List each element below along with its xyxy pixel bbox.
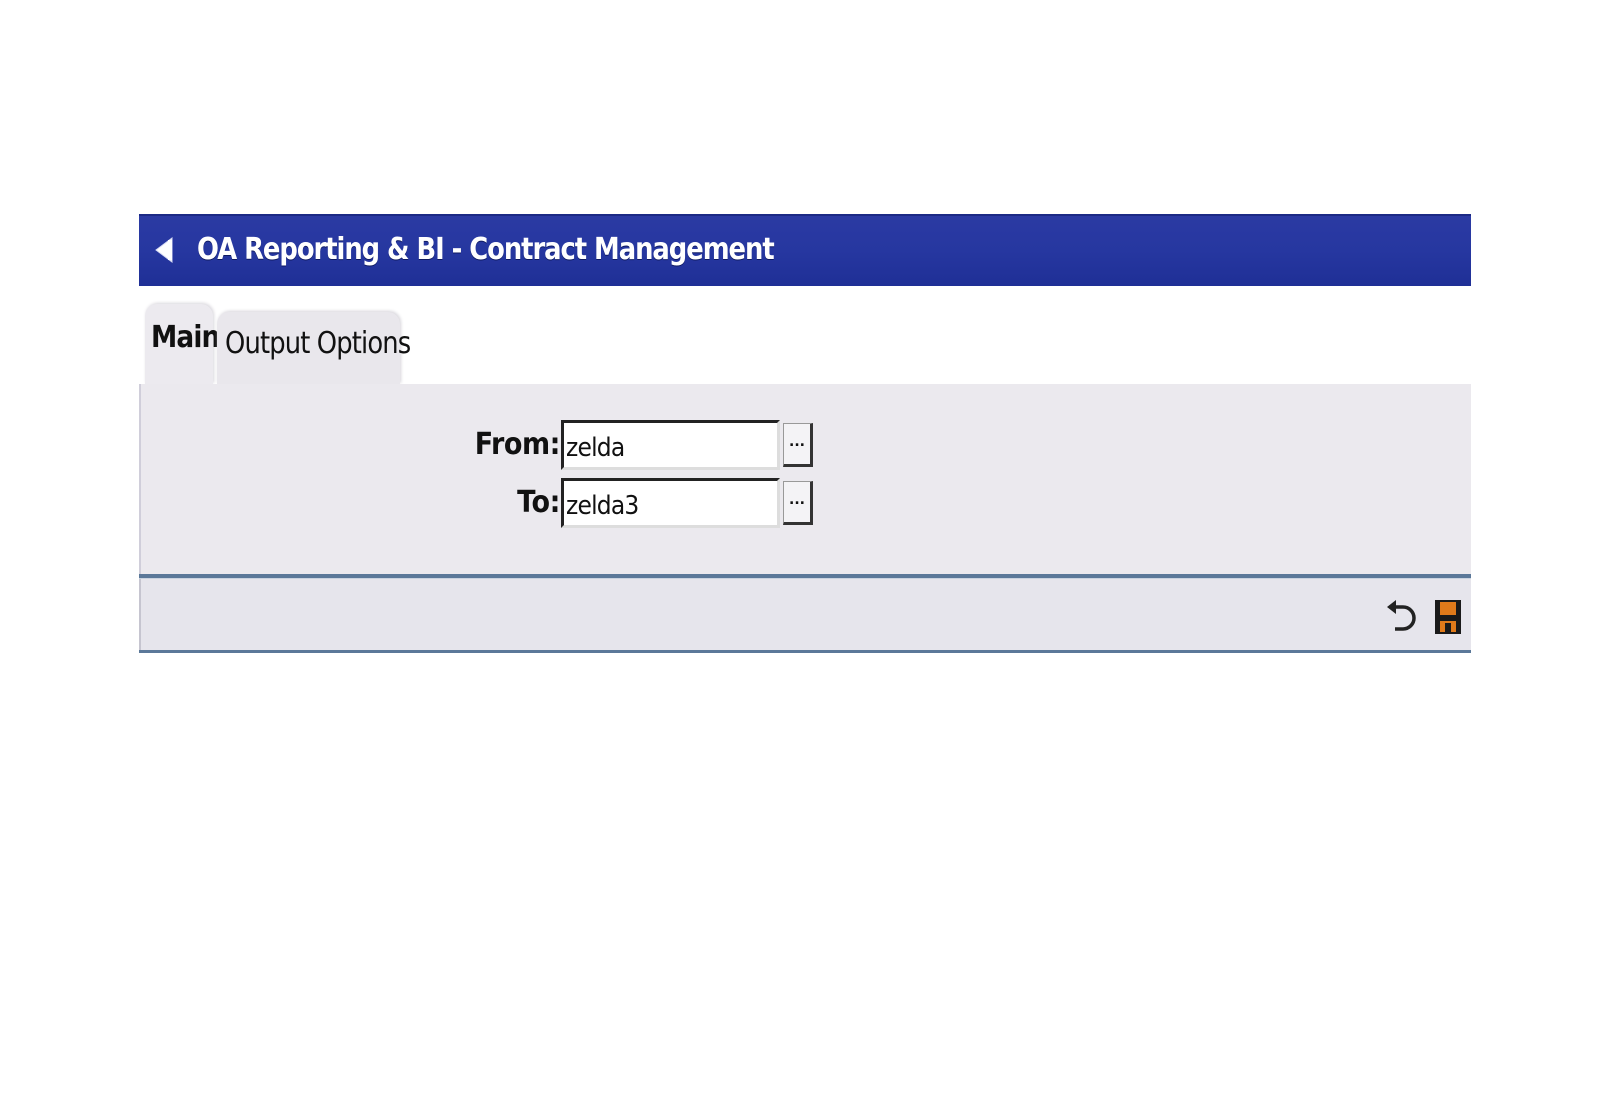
from-label: From: <box>474 427 561 462</box>
main-tab-panel: From: ... To: ... <box>139 384 1471 574</box>
from-browse-button[interactable]: ... <box>783 423 813 467</box>
contract-management-window: OA Reporting & BI - Contract Management … <box>139 214 1471 653</box>
from-input[interactable] <box>561 420 780 470</box>
tab-bar: Main Output Options <box>139 304 1471 384</box>
action-footer <box>139 579 1471 650</box>
title-bar: OA Reporting & BI - Contract Management <box>139 214 1471 286</box>
tab-output-options[interactable]: Output Options <box>217 312 411 384</box>
tab-main[interactable]: Main <box>145 304 220 384</box>
tab-main-label: Main <box>151 320 220 355</box>
back-arrow-icon[interactable] <box>152 236 174 264</box>
to-input[interactable] <box>561 478 780 528</box>
window-title: OA Reporting & BI - Contract Management <box>197 232 775 267</box>
tab-output-options-label: Output Options <box>225 326 411 361</box>
footer-bottom-border <box>139 650 1471 653</box>
save-floppy-icon[interactable] <box>1431 597 1465 637</box>
to-label: To: <box>517 485 560 520</box>
to-browse-button[interactable]: ... <box>783 481 813 525</box>
undo-icon[interactable] <box>1383 597 1417 637</box>
